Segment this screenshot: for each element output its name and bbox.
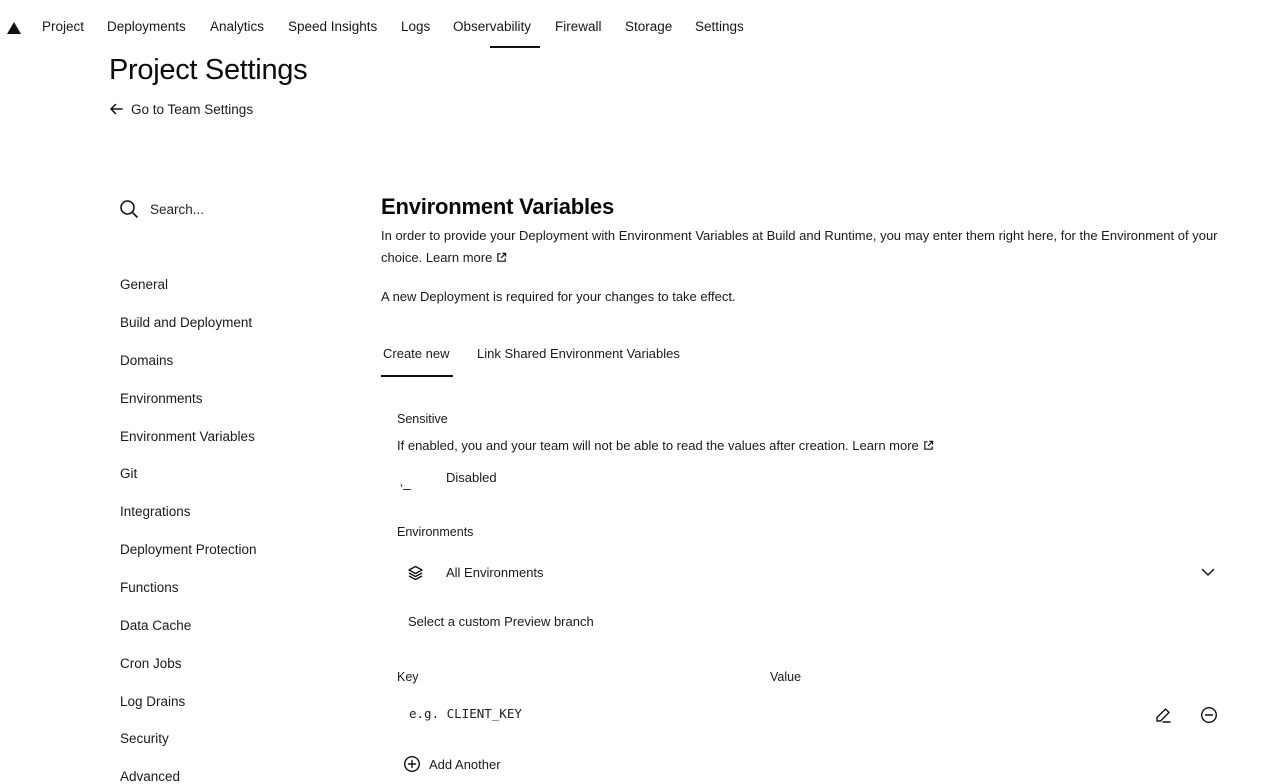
layers-icon (408, 565, 423, 581)
sidebar-item-general[interactable]: General (120, 277, 168, 292)
nav-deployments[interactable]: Deployments (107, 19, 186, 34)
environments-select[interactable]: All Environments (397, 560, 1227, 586)
tab-link-shared-env-vars[interactable]: Link Shared Environment Variables (477, 346, 680, 361)
deployment-note: A new Deployment is required for your ch… (381, 289, 736, 304)
sensitive-toggle[interactable] (400, 483, 414, 491)
triangle-logo-icon[interactable] (6, 20, 22, 36)
minus-circle-icon (1200, 706, 1218, 724)
tab-create-new[interactable]: Create new (383, 346, 449, 361)
plus-circle-icon (403, 755, 421, 773)
learn-more-link[interactable]: Learn more (426, 250, 507, 265)
learn-more-label: Learn more (425, 250, 493, 265)
sidebar-item-git[interactable]: Git (120, 466, 137, 481)
page-title: Project Settings (109, 54, 308, 86)
sensitive-description-text: If enabled, you and your team will not b… (397, 438, 849, 453)
nav-active-indicator (490, 46, 540, 48)
pencil-icon (1156, 708, 1171, 723)
remove-row-button[interactable] (1198, 704, 1220, 726)
add-another-button[interactable]: Add Another (403, 755, 501, 773)
section-description: In order to provide your Deployment with… (381, 225, 1241, 269)
external-link-icon (497, 252, 507, 262)
sidebar-item-security[interactable]: Security (120, 731, 169, 746)
sensitive-description: If enabled, you and your team will not b… (397, 438, 934, 453)
nav-storage[interactable]: Storage (625, 19, 672, 34)
custom-preview-branch-button[interactable]: Select a custom Preview branch (408, 614, 594, 629)
nav-observability[interactable]: Observability (453, 19, 531, 34)
value-label: Value (770, 670, 802, 684)
sidebar-item-integrations[interactable]: Integrations (120, 504, 191, 519)
nav-project[interactable]: Project (42, 19, 84, 34)
add-another-label: Add Another (429, 756, 501, 772)
sensitive-learn-more-link[interactable]: Learn more (852, 438, 934, 453)
sidebar-item-cron-jobs[interactable]: Cron Jobs (120, 656, 182, 671)
edit-value-button[interactable] (1152, 704, 1174, 726)
sensitive-label: Sensitive (397, 412, 448, 426)
sidebar-item-environments[interactable]: Environments (120, 391, 203, 406)
section-title: Environment Variables (381, 194, 614, 219)
environments-label: Environments (397, 525, 474, 539)
sidebar-item-log-drains[interactable]: Log Drains (120, 694, 185, 709)
search-input[interactable] (150, 201, 300, 217)
chevron-down-icon (1201, 568, 1215, 576)
key-input[interactable] (409, 706, 749, 721)
nav-speed-insights[interactable]: Speed Insights (288, 19, 377, 34)
sidebar-item-domains[interactable]: Domains (120, 353, 173, 368)
sidebar-item-deployment-protection[interactable]: Deployment Protection (120, 542, 257, 557)
environments-selected-value: All Environments (446, 565, 544, 580)
nav-logs[interactable]: Logs (401, 19, 430, 34)
back-to-team-settings-link[interactable]: Go to Team Settings (108, 101, 253, 117)
arrow-left-icon (110, 103, 123, 115)
nav-firewall[interactable]: Firewall (555, 19, 602, 34)
sensitive-state-label: Disabled (446, 470, 497, 485)
sensitive-learn-more-label: Learn more (852, 438, 919, 453)
sidebar-item-environment-variables[interactable]: Environment Variables (120, 429, 255, 444)
search-icon (120, 200, 138, 218)
sidebar-item-build-and-deployment[interactable]: Build and Deployment (120, 315, 252, 330)
back-link-label: Go to Team Settings (131, 101, 254, 117)
sidebar-item-functions[interactable]: Functions (120, 580, 179, 595)
sidebar-item-data-cache[interactable]: Data Cache (120, 618, 191, 633)
key-label: Key (397, 670, 419, 684)
tab-active-indicator (381, 375, 453, 377)
nav-analytics[interactable]: Analytics (210, 19, 264, 34)
nav-settings[interactable]: Settings (695, 19, 744, 34)
external-link-icon (924, 440, 934, 450)
sidebar-search[interactable] (119, 199, 300, 219)
